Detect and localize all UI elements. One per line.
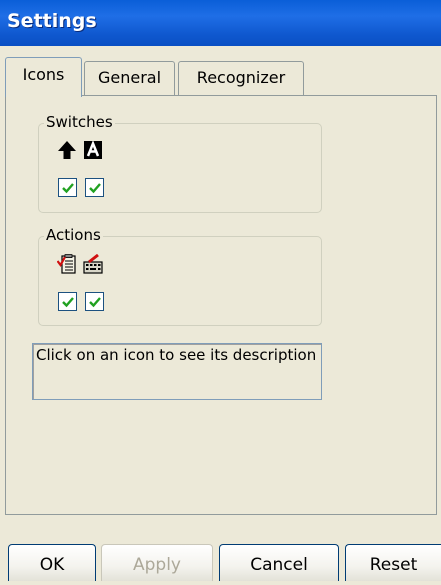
- switches-group: Switches: [38, 113, 322, 213]
- reset-button[interactable]: Reset: [345, 544, 441, 581]
- shift-arrow-up-icon[interactable]: [57, 140, 77, 160]
- caps-lock-a-icon[interactable]: [83, 140, 103, 160]
- ok-button[interactable]: OK: [8, 544, 96, 581]
- tab-icons-label: Icons: [22, 65, 65, 84]
- window-title: Settings: [7, 10, 97, 32]
- cancel-button[interactable]: Cancel: [219, 544, 339, 581]
- checkmark-icon: [61, 182, 74, 193]
- description-box: Click on an icon to see its description: [32, 343, 322, 400]
- checkmark-icon: [61, 296, 74, 307]
- clipboard-check-icon[interactable]: [57, 254, 77, 274]
- switch-shift-checkbox[interactable]: [58, 178, 77, 197]
- tab-icons[interactable]: Icons: [5, 57, 82, 97]
- actions-legend: Actions: [44, 226, 103, 244]
- checkmark-icon: [88, 182, 101, 193]
- tab-general-label: General: [97, 68, 162, 87]
- keyboard-edit-icon[interactable]: [83, 254, 103, 274]
- tab-recognizer[interactable]: Recognizer: [178, 61, 304, 95]
- tab-general[interactable]: General: [84, 61, 175, 95]
- switch-caps-checkbox[interactable]: [85, 178, 104, 197]
- action-clipboard-checkbox[interactable]: [58, 292, 77, 311]
- title-bar: Settings: [0, 0, 441, 46]
- action-keyboard-checkbox[interactable]: [85, 292, 104, 311]
- actions-group: Actions: [38, 226, 322, 326]
- apply-button[interactable]: Apply: [101, 544, 213, 581]
- checkmark-icon: [88, 296, 101, 307]
- switches-legend: Switches: [44, 113, 115, 131]
- tab-recognizer-label: Recognizer: [196, 68, 286, 87]
